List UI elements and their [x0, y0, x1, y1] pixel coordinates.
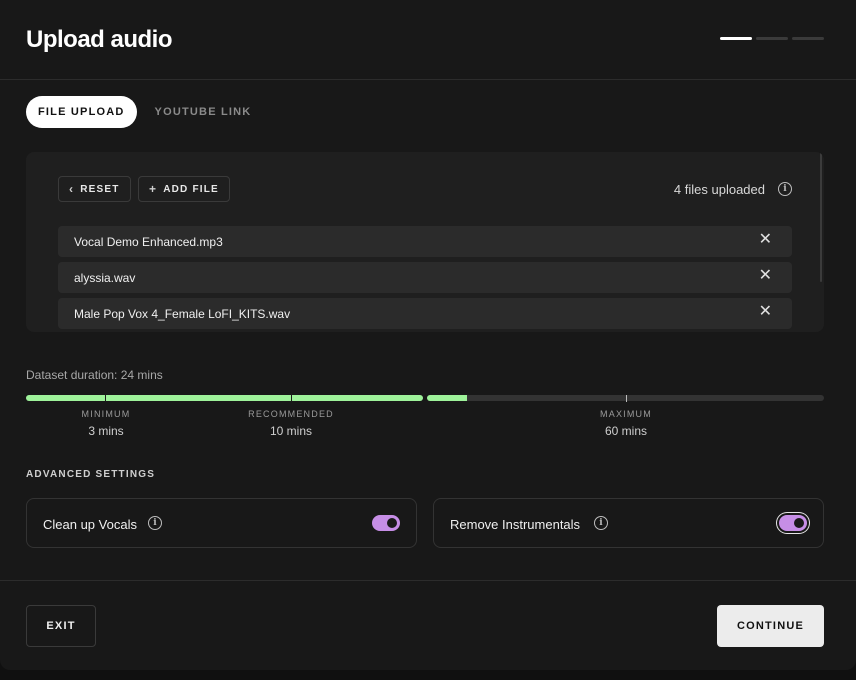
- upload-audio-dialog: Upload audio FILE UPLOAD YOUTUBE LINK ‹ …: [0, 0, 856, 670]
- upload-source-tabs: FILE UPLOAD YOUTUBE LINK: [26, 96, 263, 128]
- setting-label: Clean up Vocals: [43, 517, 137, 532]
- minimum-tick: [105, 395, 106, 402]
- duration-bar-fill-left: [26, 395, 423, 401]
- info-icon[interactable]: i: [778, 182, 792, 196]
- add-file-button[interactable]: + ADD FILE: [138, 176, 230, 202]
- maximum-label: MAXIMUM: [600, 409, 652, 419]
- close-icon[interactable]: ✕: [759, 232, 772, 248]
- files-uploaded-count: 4 files uploaded: [673, 182, 765, 197]
- file-row: Male Pop Vox 4_Female LoFI_KITS.wav ✕: [58, 298, 792, 329]
- chevron-left-icon: ‹: [69, 182, 75, 196]
- step-indicator-1: [720, 37, 752, 40]
- files-scrollbar[interactable]: [820, 152, 822, 282]
- tab-file-upload[interactable]: FILE UPLOAD: [26, 96, 137, 128]
- reset-button-label: RESET: [80, 183, 120, 195]
- toggle-knob: [387, 518, 397, 528]
- minimum-label: MINIMUM: [81, 409, 131, 419]
- continue-button[interactable]: CONTINUE: [717, 605, 824, 647]
- setting-label: Remove Instrumentals: [450, 517, 581, 532]
- duration-bar-left: [26, 395, 423, 401]
- page-title: Upload audio: [26, 26, 173, 53]
- file-row: alyssia.wav ✕: [58, 262, 792, 293]
- recommended-tick: [291, 395, 292, 402]
- duration-bar-fill-right: [427, 395, 467, 401]
- minimum-value: 3 mins: [88, 424, 124, 438]
- close-icon[interactable]: ✕: [759, 304, 772, 320]
- recommended-value: 10 mins: [269, 424, 313, 438]
- step-indicator-2: [756, 37, 788, 40]
- file-name: Vocal Demo Enhanced.mp3: [74, 235, 223, 249]
- remove-instrumentals-setting: Remove Instrumentals i: [433, 498, 824, 548]
- exit-button[interactable]: EXIT: [26, 605, 96, 647]
- maximum-tick: [626, 395, 627, 402]
- recommended-label: RECOMMENDED: [248, 409, 334, 419]
- file-name: alyssia.wav: [74, 271, 136, 285]
- clean-up-vocals-toggle[interactable]: [372, 515, 400, 531]
- files-panel: ‹ RESET + ADD FILE 4 files uploaded i Vo…: [26, 152, 824, 332]
- clean-up-vocals-setting: Clean up Vocals i: [26, 498, 417, 548]
- dialog-header: Upload audio: [0, 0, 856, 80]
- dataset-duration-label: Dataset duration: 24 mins: [26, 368, 163, 382]
- advanced-settings-heading: ADVANCED SETTINGS: [26, 469, 156, 480]
- step-indicator-3: [792, 37, 824, 40]
- tab-youtube-link[interactable]: YOUTUBE LINK: [143, 96, 264, 128]
- step-progress: [720, 37, 824, 40]
- info-icon[interactable]: i: [148, 516, 162, 530]
- maximum-value: 60 mins: [604, 424, 648, 438]
- file-name: Male Pop Vox 4_Female LoFI_KITS.wav: [74, 307, 291, 321]
- remove-instrumentals-toggle[interactable]: [779, 515, 807, 531]
- info-icon[interactable]: i: [594, 516, 608, 530]
- add-file-button-label: ADD FILE: [163, 183, 219, 195]
- footer-divider: [0, 580, 856, 581]
- toggle-knob: [794, 518, 804, 528]
- file-row: Vocal Demo Enhanced.mp3 ✕: [58, 226, 792, 257]
- close-icon[interactable]: ✕: [759, 268, 772, 284]
- reset-button[interactable]: ‹ RESET: [58, 176, 131, 202]
- plus-icon: +: [149, 182, 158, 196]
